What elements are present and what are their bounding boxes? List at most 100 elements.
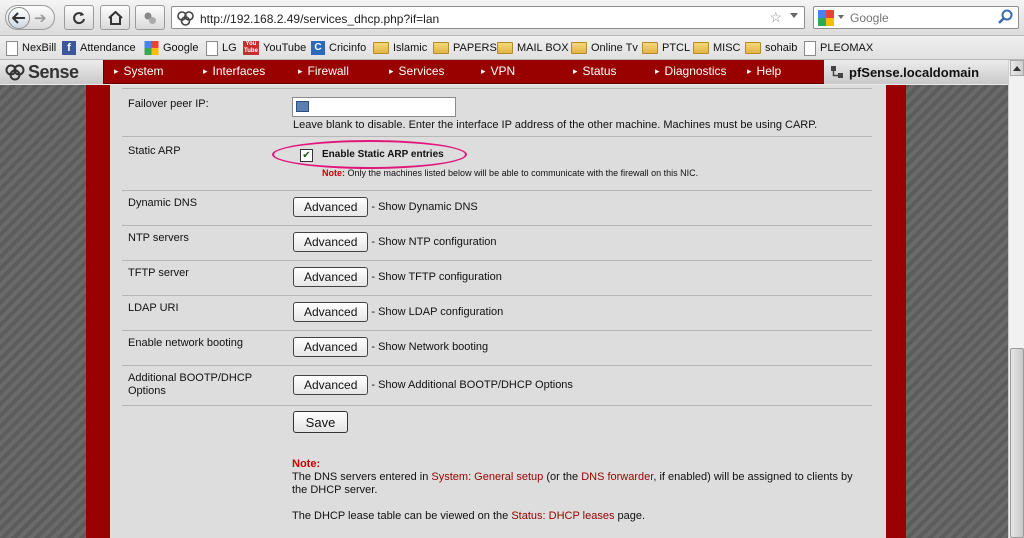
address-bar[interactable]: http://192.168.2.49/services_dhcp.php?if… (171, 6, 805, 29)
hostname-text: pfSense.localdomain (849, 64, 980, 80)
row-ntp-servers: NTP servers Advanced - Show NTP configura… (122, 225, 872, 260)
folder-icon (373, 42, 389, 54)
static-arp-checkbox-label: Enable Static ARP entries (322, 149, 444, 160)
engine-dropdown-icon[interactable] (838, 15, 844, 19)
url-text: http://192.168.2.49/services_dhcp.php?if… (200, 12, 440, 26)
tftp-advanced-button[interactable]: Advanced (293, 267, 369, 287)
bookmark-nexbill[interactable]: NexBill (6, 40, 56, 56)
ntp-label: NTP servers (128, 232, 189, 244)
ldap-advanced-button[interactable]: Advanced (293, 302, 369, 322)
browser-toolbar: ➔ http://192.168.2.49/services_dhcp.php?… (0, 0, 1024, 36)
static-arp-label: Static ARP (128, 145, 181, 157)
note-text: Only the machines listed below will be a… (345, 168, 699, 178)
note-prefix: Note: (322, 168, 345, 178)
bookmarks-bar: NexBill f Attendance Google LG You Tube You… (0, 36, 1024, 60)
bookmark-attendance[interactable]: f Attendance (62, 40, 136, 56)
bookmark-online-tv[interactable]: Online Tv (571, 40, 638, 56)
menu-firewall[interactable]: Firewall (298, 64, 349, 78)
bookmark-star-icon[interactable]: ☆ (769, 9, 782, 26)
facebook-icon: f (62, 41, 76, 55)
failover-help: Leave blank to disable. Enter the interf… (293, 119, 818, 131)
ldap-desc: - Show LDAP configuration (371, 306, 504, 318)
row-dynamic-dns: Dynamic DNS Advanced - Show Dynamic DNS (122, 190, 872, 225)
menu-status[interactable]: Status (573, 64, 617, 78)
hostname-badge: pfSense.localdomain (824, 60, 1008, 84)
pfsense-logo-icon (5, 64, 25, 81)
bookmark-sohaib[interactable]: sohaib (745, 40, 797, 56)
addon-icon (144, 12, 156, 24)
bookmark-google[interactable]: Google (144, 40, 198, 56)
magnifier-icon[interactable] (998, 9, 1014, 25)
dynamic-dns-desc: - Show Dynamic DNS (371, 201, 478, 213)
dynamic-dns-advanced-button[interactable]: Advanced (293, 197, 369, 217)
static-arp-note: Note: Only the machines listed below wil… (322, 168, 698, 178)
bookmark-cricinfo[interactable]: C Cricinfo (311, 40, 366, 56)
row-failover-peer: Failover peer IP: Leave blank to disable… (122, 88, 872, 136)
menu-vpn[interactable]: VPN (481, 64, 516, 78)
bookmark-islamic[interactable]: Islamic (373, 40, 427, 56)
url-dropdown-icon[interactable] (790, 13, 798, 18)
row-static-arp: Static ARP (122, 136, 872, 190)
search-input[interactable] (850, 11, 990, 25)
vertical-scrollbar[interactable] (1008, 60, 1024, 538)
ldap-label: LDAP URI (128, 302, 179, 314)
scroll-up-icon[interactable] (1010, 60, 1024, 76)
google-icon (144, 41, 159, 55)
failover-ip-input[interactable] (292, 97, 456, 117)
row-tftp-server: TFTP server Advanced - Show TFTP configur… (122, 260, 872, 295)
link-dhcp-leases[interactable]: Status: DHCP leases (511, 510, 614, 522)
link-dns-forwarder[interactable]: DNS forwarder (581, 471, 653, 483)
save-button[interactable]: Save (293, 411, 348, 433)
back-icon[interactable] (8, 6, 30, 29)
static-arp-checkbox[interactable]: ✔ (300, 149, 313, 162)
dns-note: Note: The DNS servers entered in System:… (292, 458, 867, 497)
folder-icon (433, 42, 449, 54)
tftp-label: TFTP server (128, 267, 189, 279)
bookmark-papers[interactable]: PAPERS (433, 40, 497, 56)
menu-help[interactable]: Help (747, 64, 782, 78)
scroll-thumb[interactable] (1010, 348, 1024, 538)
link-general-setup[interactable]: System: General setup (431, 471, 543, 483)
site-identity-icon (177, 11, 194, 26)
reload-icon (73, 11, 85, 24)
menu-services[interactable]: Services (389, 64, 445, 78)
bookmark-misc[interactable]: MISC (693, 40, 741, 56)
menu-interfaces[interactable]: Interfaces (203, 64, 266, 78)
input-icon (296, 101, 309, 112)
failover-label: Failover peer IP: (128, 98, 209, 110)
netboot-label: Enable network booting (128, 337, 243, 349)
folder-icon (693, 42, 709, 54)
page-icon (206, 40, 218, 56)
google-engine-icon[interactable] (818, 10, 834, 26)
youtube-icon: You Tube (243, 41, 259, 55)
bootp-advanced-button[interactable]: Advanced (293, 375, 369, 395)
folder-icon (497, 42, 513, 54)
back-forward-group[interactable]: ➔ (5, 5, 55, 30)
bottom-note-heading: Note: (292, 458, 321, 470)
row-network-booting: Enable network booting Advanced - Show Ne… (122, 330, 872, 365)
addon-button[interactable] (135, 5, 165, 30)
lease-note: The DHCP lease table can be viewed on th… (292, 510, 646, 522)
folder-icon (745, 42, 761, 54)
pfsense-logo[interactable]: Sense (0, 60, 104, 84)
menu-system[interactable]: System (114, 64, 164, 78)
home-button[interactable] (100, 5, 130, 30)
bookmark-ptcl[interactable]: PTCL (642, 40, 690, 56)
folder-icon (642, 42, 658, 54)
bookmark-lg[interactable]: LG (206, 40, 237, 56)
menu-diagnostics[interactable]: Diagnostics (655, 64, 727, 78)
bookmark-mailbox[interactable]: MAIL BOX (497, 40, 569, 56)
search-bar[interactable] (813, 6, 1019, 29)
bookmark-youtube[interactable]: You Tube YouTube (243, 40, 306, 56)
bootp-desc: - Show Additional BOOTP/DHCP Options (371, 379, 573, 391)
tftp-desc: - Show TFTP configuration (371, 271, 502, 283)
page-icon (6, 40, 18, 56)
cricinfo-icon: C (311, 41, 325, 55)
forward-icon[interactable]: ➔ (34, 9, 47, 27)
reload-button[interactable] (64, 5, 94, 30)
page-icon (804, 40, 816, 56)
ntp-advanced-button[interactable]: Advanced (293, 232, 369, 252)
netboot-advanced-button[interactable]: Advanced (293, 337, 369, 357)
bookmark-pleomax[interactable]: PLEOMAX (804, 40, 873, 56)
row-ldap-uri: LDAP URI Advanced - Show LDAP configurati… (122, 295, 872, 330)
